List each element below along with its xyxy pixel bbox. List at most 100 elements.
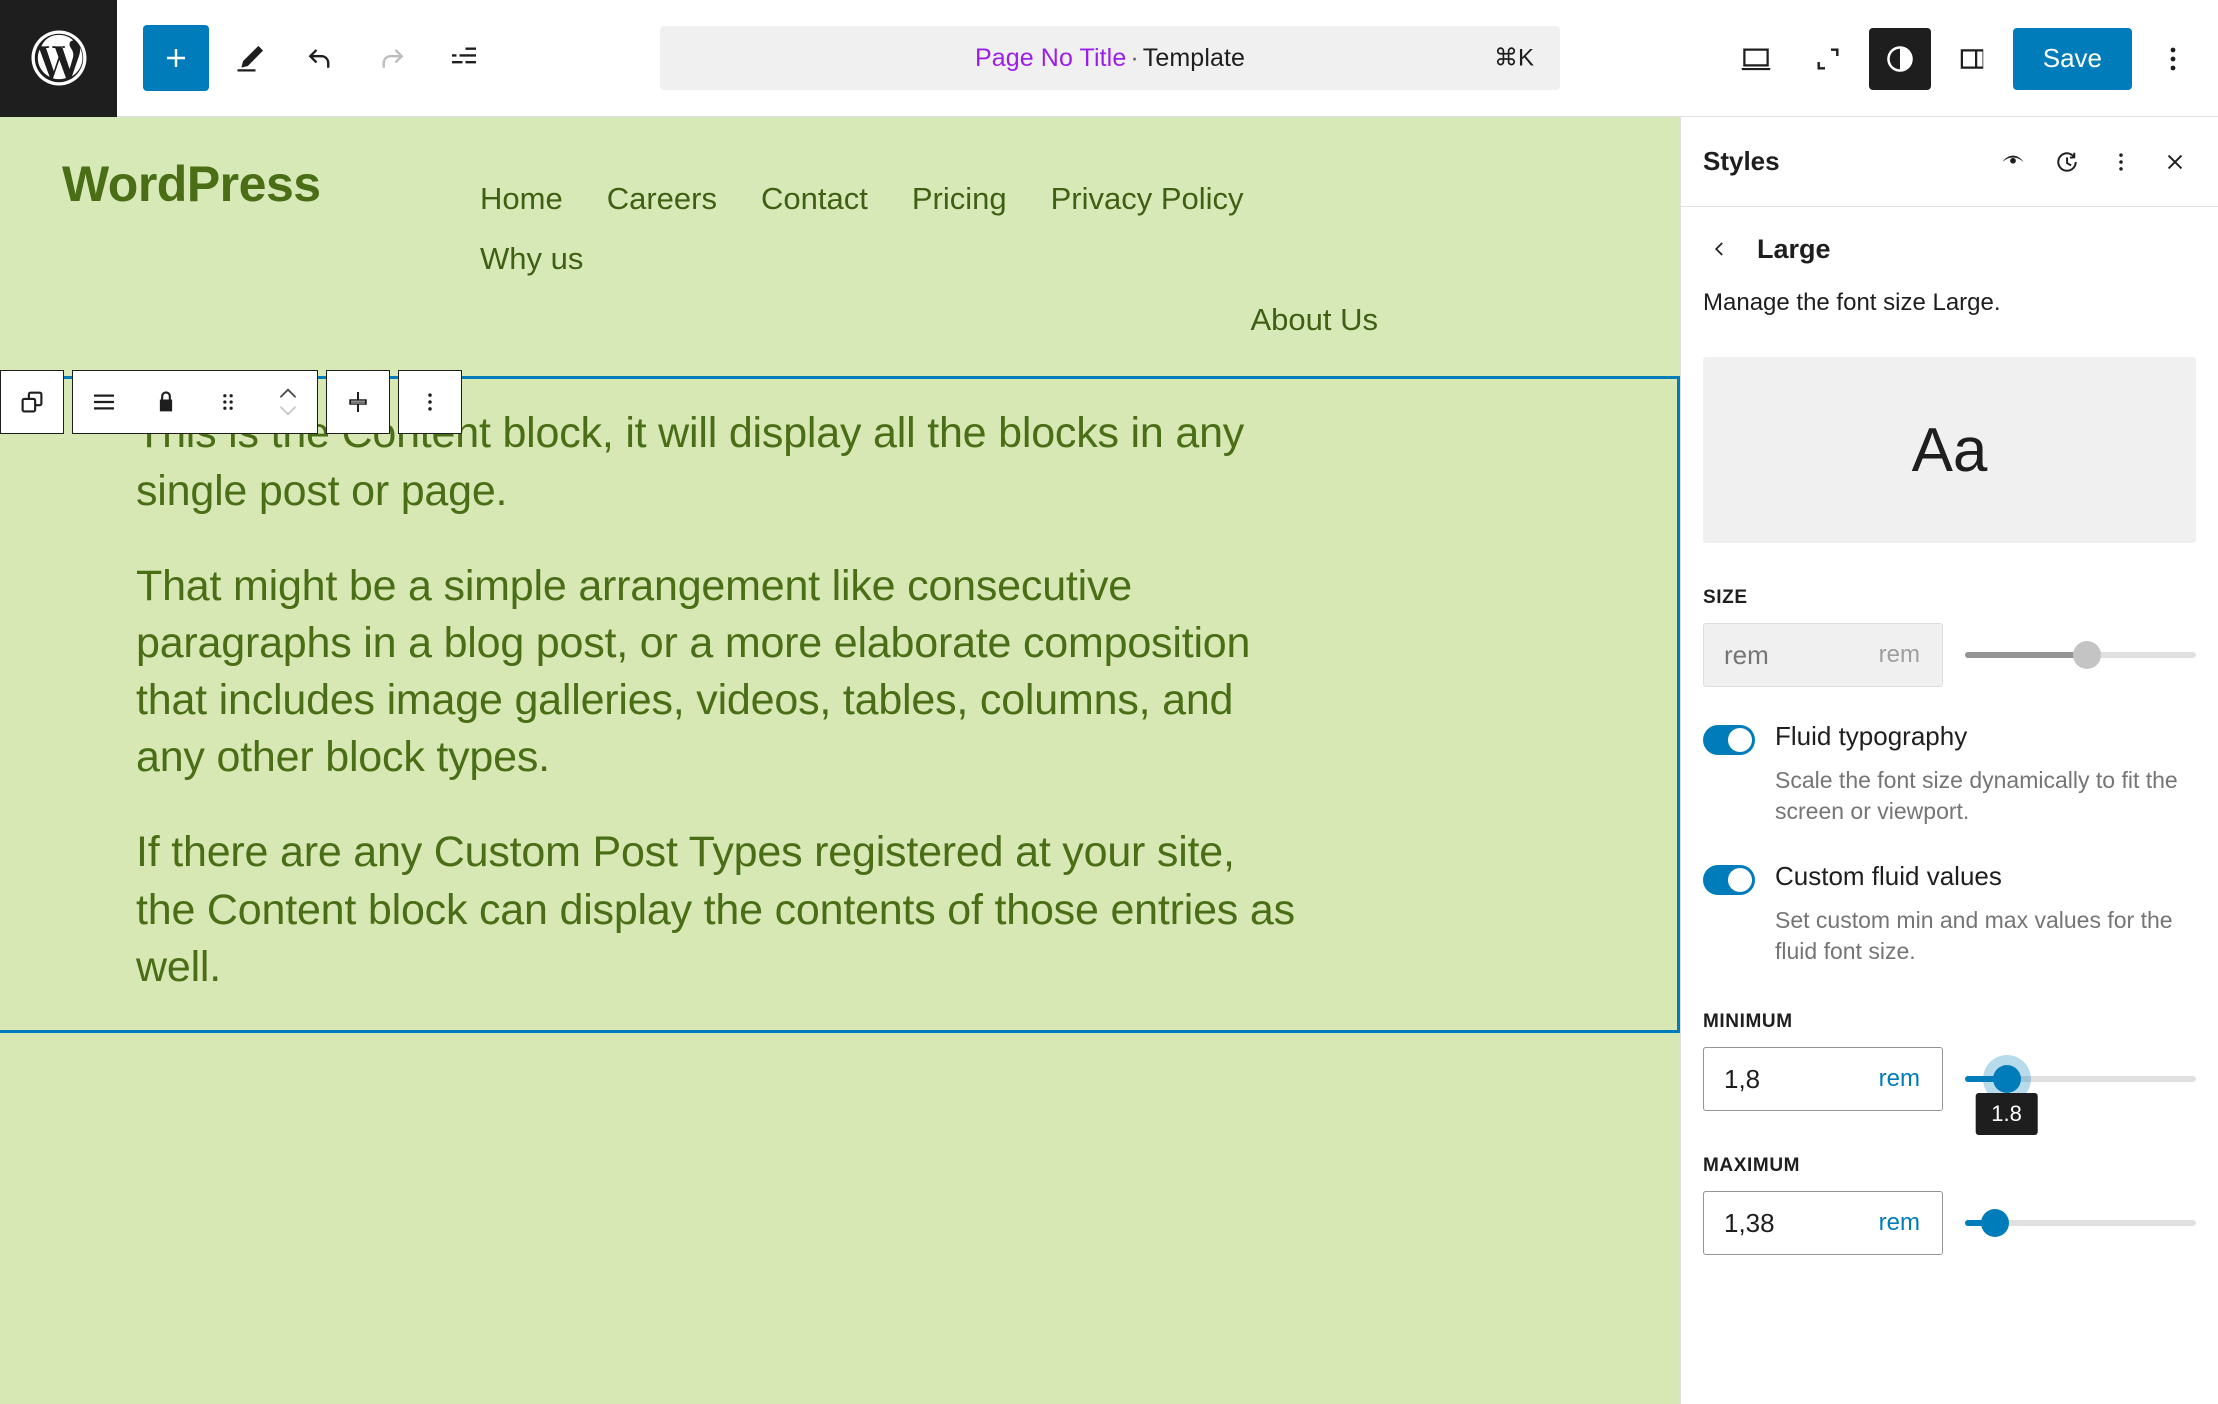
desktop-icon — [1738, 41, 1774, 77]
block-toolbar — [0, 370, 462, 434]
command-bar-page-title: Page No Title — [975, 44, 1126, 72]
custom-fluid-values-toggle[interactable] — [1703, 865, 1755, 895]
size-input-wrapper: rem — [1703, 623, 1943, 687]
change-block-type-button[interactable] — [73, 371, 135, 433]
custom-fluid-values-help: Set custom min and max values for the fl… — [1775, 905, 2195, 967]
minimum-unit-label: rem — [1879, 1065, 1920, 1093]
size-label: SIZE — [1703, 587, 2196, 609]
custom-fluid-values-row: Custom fluid values — [1703, 861, 2196, 895]
size-slider-thumb[interactable] — [2073, 641, 2101, 669]
size-unit-label: rem — [1879, 641, 1920, 669]
maximum-slider-thumb[interactable] — [1981, 1209, 2009, 1237]
toggle-knob — [1728, 868, 1752, 892]
canvas-empty-area — [0, 1033, 1680, 1203]
align-block-button[interactable] — [327, 371, 389, 433]
styles-back-button[interactable] — [1699, 229, 1739, 269]
command-bar-context: Template — [1143, 44, 1245, 72]
settings-sidebar-button[interactable] — [1941, 28, 2003, 90]
options-menu-button[interactable] — [2142, 28, 2204, 90]
nav-link-home[interactable]: Home — [480, 169, 563, 229]
drag-block-handle[interactable] — [197, 371, 259, 433]
fluid-typography-label: Fluid typography — [1775, 721, 1967, 752]
select-parent-block-button[interactable] — [1, 371, 63, 433]
lock-block-button[interactable] — [135, 371, 197, 433]
minimum-control-row: rem 1.8 — [1703, 1047, 2196, 1111]
wordpress-logo-button[interactable] — [0, 0, 117, 117]
editor-top-bar: Page No Title·Template ⌘K Save — [0, 0, 2218, 117]
site-header-template-part[interactable]: WordPress Home Careers Contact Pricing P… — [0, 117, 1680, 376]
list-view-icon — [446, 40, 482, 76]
save-button[interactable]: Save — [2013, 28, 2132, 90]
content-paragraph-3[interactable]: If there are any Custom Post Types regis… — [136, 824, 1296, 996]
block-toolbar-main-group — [72, 370, 318, 434]
justify-content-icon — [89, 387, 119, 417]
block-toolbar-align-group — [326, 370, 390, 434]
minimum-slider-thumb[interactable] — [1993, 1065, 2021, 1093]
chevron-up-icon[interactable] — [275, 386, 301, 402]
post-content-block[interactable]: This is the Content block, it will displ… — [0, 376, 1680, 1033]
fluid-typography-toggle[interactable] — [1703, 725, 1755, 755]
size-slider-fill — [1965, 652, 2087, 658]
maximum-input-wrapper: rem — [1703, 1191, 1943, 1255]
font-size-preview: Aa — [1703, 357, 2196, 543]
top-bar-right-tools: Save — [1725, 0, 2204, 117]
maximum-input[interactable] — [1704, 1208, 1849, 1239]
nav-link-pricing[interactable]: Pricing — [912, 169, 1007, 229]
revisions-button[interactable] — [2040, 135, 2094, 189]
command-bar-separator: · — [1126, 44, 1142, 72]
pencil-icon — [230, 40, 266, 76]
history-clock-icon — [2052, 147, 2082, 177]
nav-link-careers[interactable]: Careers — [607, 169, 717, 229]
minimum-input-wrapper: rem — [1703, 1047, 1943, 1111]
maximum-control-row: rem — [1703, 1191, 2196, 1255]
redo-icon — [374, 40, 410, 76]
expand-icon — [1810, 41, 1846, 77]
command-bar-label: Page No Title·Template — [975, 44, 1245, 73]
add-block-button[interactable] — [143, 25, 209, 91]
wordpress-site-editor: Page No Title·Template ⌘K Save — [0, 0, 2218, 1404]
styles-button[interactable] — [1869, 28, 1931, 90]
size-control-section: SIZE rem Fluid typography — [1681, 543, 2218, 1255]
block-options-button[interactable] — [399, 371, 461, 433]
lock-icon — [151, 387, 181, 417]
kebab-menu-icon — [2106, 147, 2136, 177]
content-paragraph-2[interactable]: That might be a simple arrangement like … — [136, 558, 1296, 787]
site-navigation: Home Careers Contact Pricing Privacy Pol… — [480, 153, 1380, 350]
site-title: WordPress — [62, 155, 321, 213]
document-overview-button[interactable] — [431, 25, 497, 91]
nav-link-privacy-policy[interactable]: Privacy Policy — [1051, 169, 1244, 229]
move-block-buttons[interactable] — [259, 371, 317, 433]
redo-button[interactable] — [359, 25, 425, 91]
sidebar-icon — [1954, 41, 1990, 77]
chevron-down-icon[interactable] — [275, 402, 301, 418]
maximum-slider[interactable] — [1965, 1191, 2196, 1255]
template-part-icon — [17, 387, 47, 417]
styles-panel-title: Styles — [1703, 146, 1986, 177]
editor-body: WordPress Home Careers Contact Pricing P… — [0, 117, 2218, 1404]
minimum-slider-tooltip: 1.8 — [1975, 1093, 2038, 1135]
undo-button[interactable] — [287, 25, 353, 91]
size-input[interactable] — [1704, 640, 1849, 671]
edit-tool-button[interactable] — [215, 25, 281, 91]
block-toolbar-parent-group — [0, 370, 64, 434]
nav-link-contact[interactable]: Contact — [761, 169, 868, 229]
custom-fluid-values-label: Custom fluid values — [1775, 861, 2002, 892]
styles-panel-subtitle: Large — [1757, 234, 1831, 265]
zoom-out-button[interactable] — [1797, 28, 1859, 90]
close-x-icon — [2160, 147, 2190, 177]
size-slider[interactable] — [1965, 623, 2196, 687]
minimum-input[interactable] — [1704, 1064, 1849, 1095]
styles-more-menu-button[interactable] — [2094, 135, 2148, 189]
maximum-label: MAXIMUM — [1703, 1155, 2196, 1177]
minimum-slider[interactable]: 1.8 — [1965, 1047, 2196, 1111]
contrast-circle-icon — [1882, 41, 1918, 77]
nav-link-about-us[interactable]: About Us — [1250, 290, 1378, 350]
styles-sidebar-header: Styles — [1681, 117, 2218, 207]
style-book-button[interactable] — [1986, 135, 2040, 189]
nav-link-why-us[interactable]: Why us — [480, 229, 583, 289]
device-preview-button[interactable] — [1725, 28, 1787, 90]
command-bar[interactable]: Page No Title·Template ⌘K — [660, 26, 1560, 90]
close-styles-button[interactable] — [2148, 135, 2202, 189]
styles-sidebar: Styles Large Manag — [1680, 117, 2218, 1404]
fluid-typography-row: Fluid typography — [1703, 721, 2196, 755]
